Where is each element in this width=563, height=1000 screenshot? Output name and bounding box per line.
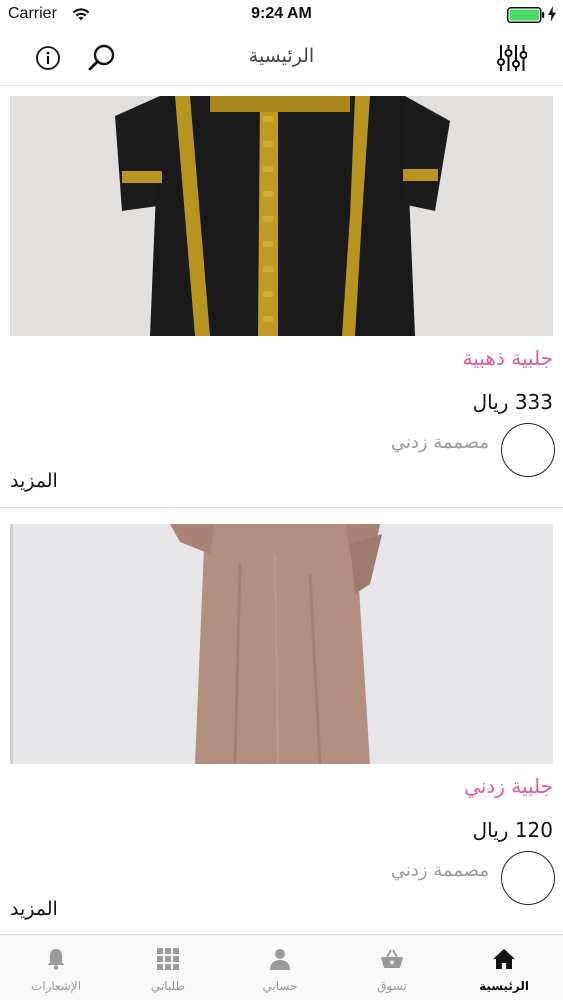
bell-icon (48, 949, 64, 970)
more-link[interactable]: المزيد (10, 898, 58, 920)
status-bar: Carrier 9:24 AM (0, 0, 563, 30)
tab-label: حسابي (262, 979, 298, 993)
tab-shop[interactable]: تسوق (336, 935, 448, 1000)
product-name[interactable]: جلبية ذهبية (463, 346, 553, 370)
status-time: 9:24 AM (251, 5, 312, 22)
product-price: 120 ريال (472, 818, 553, 842)
user-icon (270, 949, 290, 970)
product-card[interactable]: جلبية ذهبية 333 ريال مصممة زدني المزيد (0, 88, 563, 508)
designer-name[interactable]: مصممة زدني (391, 432, 489, 453)
tab-notifications[interactable]: الإشعارات (0, 935, 112, 1000)
tab-my-orders[interactable]: طلباتي (112, 935, 224, 1000)
nav-bar: الرئيسية (0, 30, 563, 86)
product-image[interactable] (10, 524, 553, 764)
tab-label: الإشعارات (30, 979, 82, 993)
product-image[interactable] (10, 96, 553, 336)
tab-home[interactable]: الرئيسية (448, 935, 560, 1000)
shopping-basket-icon (381, 949, 403, 968)
filter-sliders-icon[interactable] (497, 42, 527, 74)
designer-avatar[interactable] (501, 851, 555, 905)
designer-avatar[interactable] (501, 423, 555, 477)
product-price: 333 ريال (472, 390, 553, 414)
tab-my-account[interactable]: حسابي (224, 935, 336, 1000)
charging-bolt-icon (548, 6, 556, 22)
tab-label: طلباتي (150, 979, 186, 993)
grid-icon (157, 948, 179, 970)
product-card[interactable]: جلبية زدني 120 ريال مصممة زدني المزيد (0, 516, 563, 936)
tab-label: تسوق (377, 979, 407, 993)
home-icon (493, 949, 515, 969)
tab-label: الرئيسية (479, 979, 529, 993)
page-title: الرئيسية (248, 45, 315, 67)
more-link[interactable]: المزيد (10, 470, 58, 492)
tab-bar: الإشعارات طلباتي حسابي تسوق الرئيسية (0, 934, 563, 1000)
product-name[interactable]: جلبية زدني (464, 774, 553, 798)
designer-name[interactable]: مصممة زدني (391, 860, 489, 881)
battery-icon (507, 7, 545, 23)
